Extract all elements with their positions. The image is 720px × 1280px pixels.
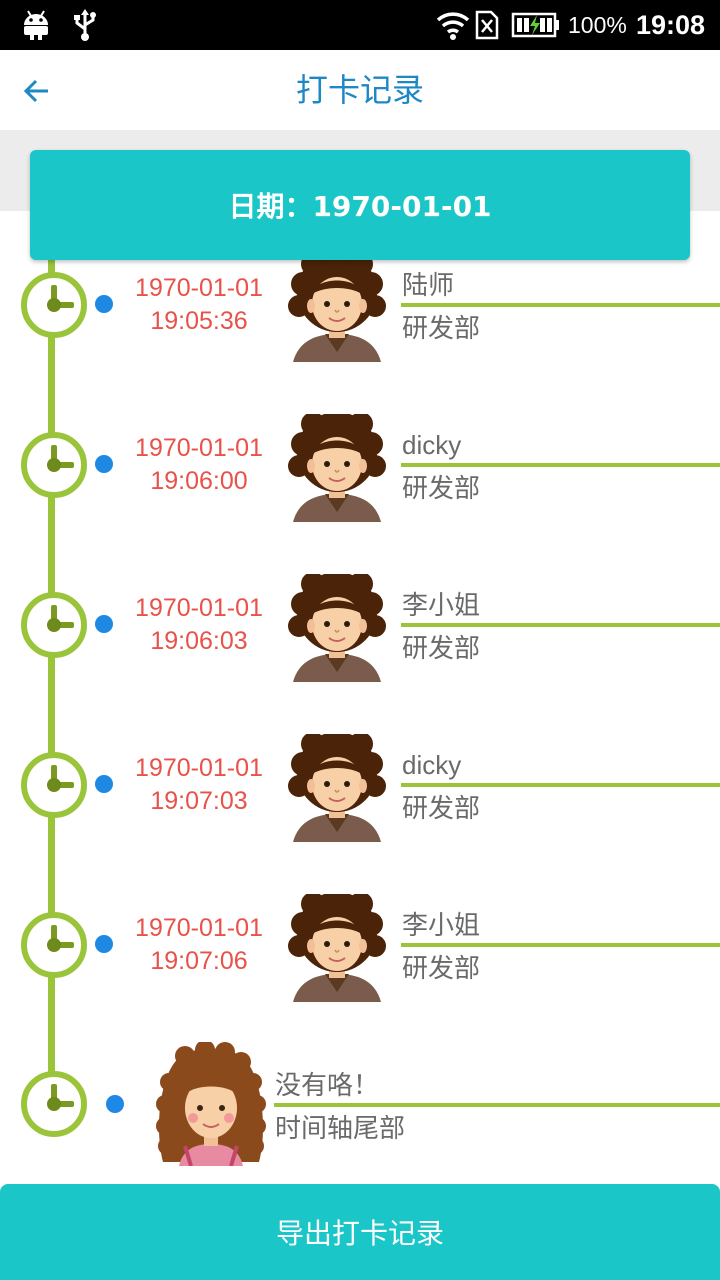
user-avatar	[287, 886, 387, 1004]
record-time: 19:05:36	[150, 307, 248, 335]
record-date: 1970-01-01	[135, 594, 263, 622]
back-button[interactable]	[14, 68, 60, 114]
record-timestamp: 1970-01-01 19:06:03	[120, 592, 278, 658]
date-card: 日期：1970-01-01	[30, 150, 690, 260]
user-avatar	[287, 726, 387, 844]
record-item[interactable]: 1970-01-01 19:06:00 dicky 研发部	[0, 406, 720, 590]
record-time: 19:06:00	[150, 467, 248, 495]
wifi-icon	[436, 8, 470, 42]
status-bar: 100% 19:08	[0, 0, 720, 50]
record-department: 研发部	[402, 634, 481, 664]
record-date: 1970-01-01	[135, 434, 263, 462]
timeline-dot	[106, 1095, 124, 1113]
female-avatar	[155, 1040, 267, 1167]
record-item[interactable]: 1970-01-01 19:07:03 dicky 研发部	[0, 726, 720, 910]
record-item[interactable]: 1970-01-01 19:06:03 李小姐 研发部	[0, 566, 720, 750]
user-avatar	[287, 566, 387, 684]
record-name: 李小姐	[402, 910, 481, 940]
android-icon	[22, 8, 50, 42]
timeline-dot	[95, 455, 113, 473]
record-department: 研发部	[402, 314, 481, 344]
toolbar: 打卡记录	[0, 50, 720, 130]
record-department: 研发部	[402, 794, 481, 824]
timeline-dot	[95, 295, 113, 313]
arrow-left-icon	[23, 79, 48, 103]
usb-icon	[72, 8, 98, 42]
record-item[interactable]: 1970-01-01 19:05:36 陆师 研发部	[0, 246, 720, 430]
timeline-dot	[95, 615, 113, 633]
record-name: 李小姐	[402, 590, 481, 620]
clock-icon	[21, 752, 87, 818]
clock-icon	[21, 912, 87, 978]
clock-icon	[21, 432, 87, 498]
battery-charging-icon	[511, 8, 561, 42]
record-date: 1970-01-01	[135, 754, 263, 782]
record-time: 19:06:03	[150, 627, 248, 655]
timeline-dot	[95, 935, 113, 953]
record-date: 1970-01-01	[135, 274, 263, 302]
record-name: dicky	[402, 750, 462, 780]
clock-icon	[21, 1071, 87, 1137]
export-records-button[interactable]: 导出打卡记录	[0, 1184, 720, 1280]
user-avatar	[287, 406, 387, 524]
record-department: 研发部	[402, 474, 481, 504]
record-timestamp: 1970-01-01 19:07:06	[120, 912, 278, 978]
record-name: dicky	[402, 430, 462, 460]
page-title: 打卡记录	[295, 71, 424, 109]
record-timestamp: 1970-01-01 19:07:03	[120, 752, 278, 818]
record-time: 19:07:06	[150, 947, 248, 975]
user-avatar	[287, 246, 387, 364]
timeline-tail: 没有咯！ 时间轴尾部	[0, 1040, 720, 1200]
record-timestamp: 1970-01-01 19:06:00	[120, 432, 278, 498]
tail-subtitle: 时间轴尾部	[275, 1114, 406, 1144]
record-timestamp: 1970-01-01 19:05:36	[120, 272, 278, 338]
timeline-dot	[95, 775, 113, 793]
record-name: 陆师	[402, 270, 455, 300]
record-time: 19:07:03	[150, 787, 248, 815]
clock-icon	[21, 592, 87, 658]
clock-time: 19:08	[636, 10, 706, 40]
record-date: 1970-01-01	[135, 914, 263, 942]
no-sim-icon	[474, 8, 500, 42]
record-department: 研发部	[402, 954, 481, 984]
tail-title: 没有咯！	[275, 1070, 380, 1100]
battery-percent: 100%	[568, 12, 627, 38]
clock-icon	[21, 272, 87, 338]
